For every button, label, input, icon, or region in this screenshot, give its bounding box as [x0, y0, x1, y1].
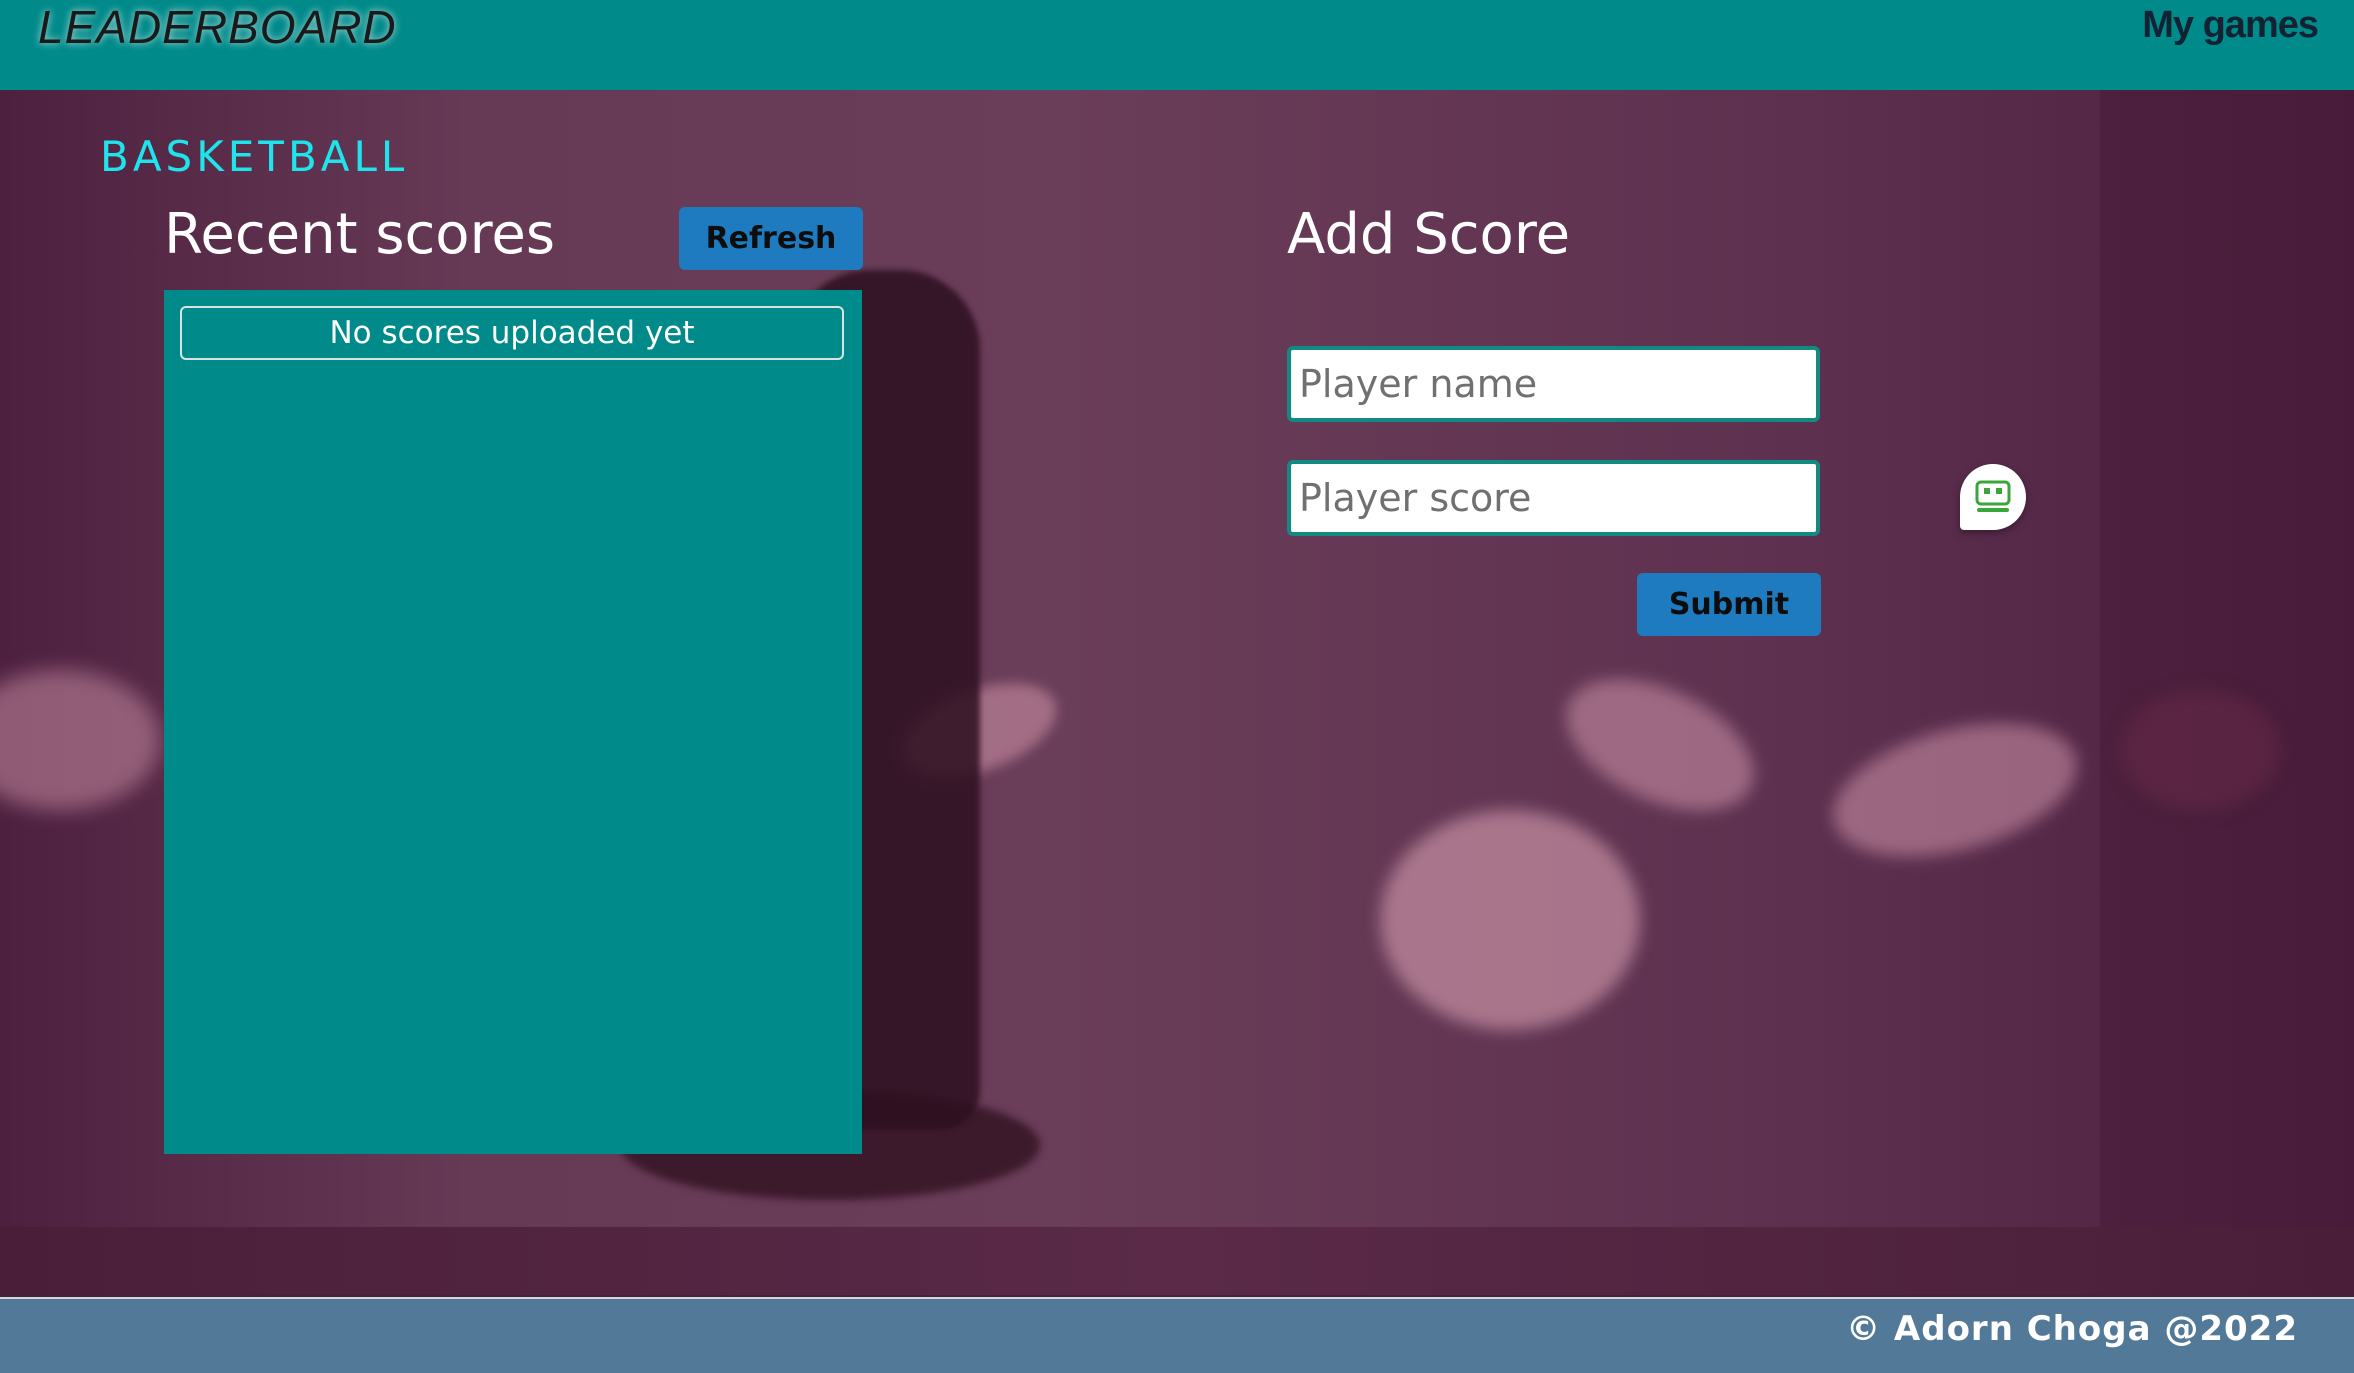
- add-score-title: Add Score: [1287, 202, 1571, 267]
- recent-scores-title: Recent scores: [164, 202, 555, 267]
- background-piece: [1818, 699, 2092, 881]
- submit-button[interactable]: Submit: [1637, 573, 1821, 636]
- background-piece: [0, 670, 160, 810]
- logo[interactable]: LEADERBOARD: [38, 0, 397, 54]
- player-name-input[interactable]: [1287, 346, 1820, 422]
- background-piece: [2120, 690, 2280, 810]
- top-navbar: LEADERBOARD My games: [0, 0, 2354, 90]
- scores-list: No scores uploaded yet: [164, 290, 862, 1154]
- chat-bot-icon: [1975, 480, 2011, 512]
- footer-band: [0, 1227, 2354, 1295]
- footer: © Adorn Choga @2022: [0, 1297, 2354, 1373]
- category-title: BASKETBALL: [100, 132, 409, 181]
- player-score-input[interactable]: [1287, 460, 1820, 536]
- background-band: [2100, 90, 2354, 1227]
- background-piece: [1380, 810, 1640, 1030]
- my-games-link[interactable]: My games: [2142, 4, 2319, 47]
- chat-widget-button[interactable]: [1960, 464, 2026, 530]
- background-piece: [1546, 652, 1774, 838]
- refresh-button[interactable]: Refresh: [679, 207, 863, 270]
- copyright-text: © Adorn Choga @2022: [1846, 1309, 2298, 1349]
- empty-scores-message: No scores uploaded yet: [180, 306, 844, 360]
